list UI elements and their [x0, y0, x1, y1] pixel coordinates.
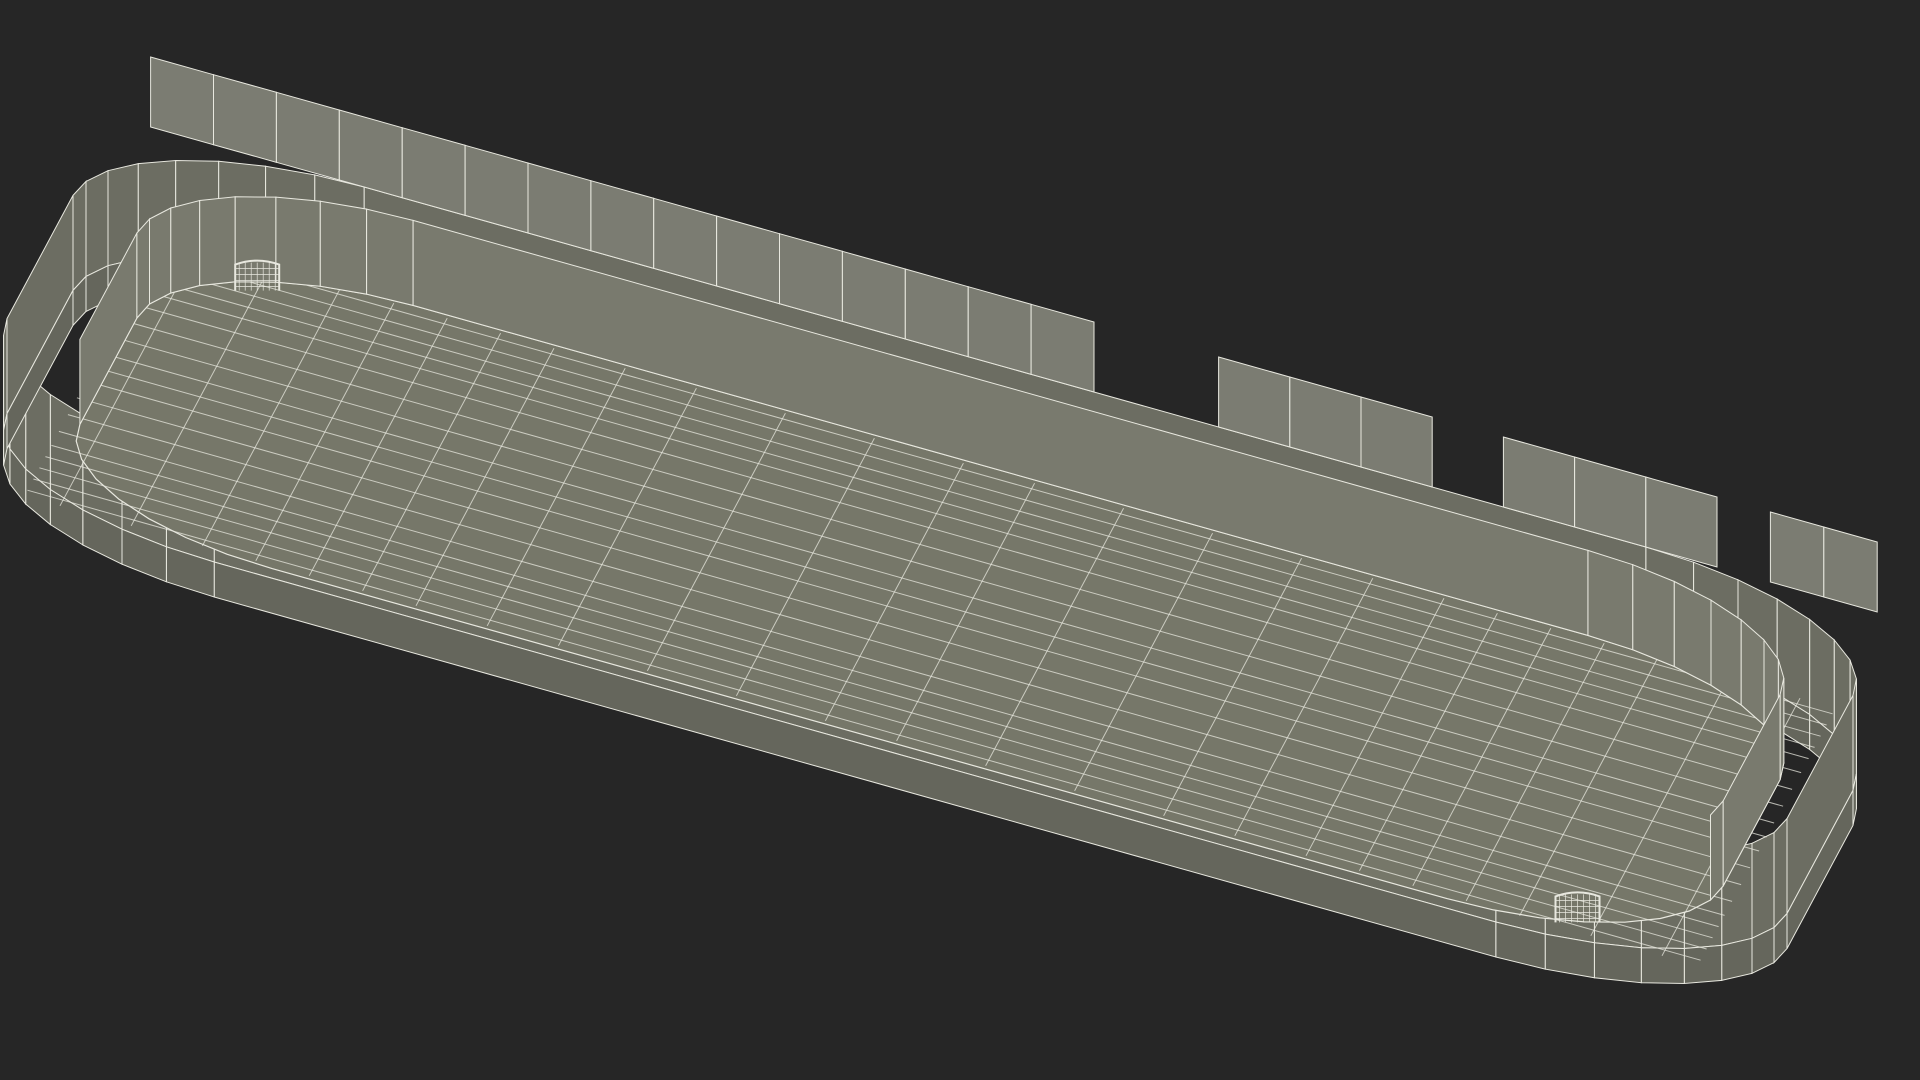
board-base-panel	[1683, 944, 1723, 985]
inner-board-panel	[170, 199, 201, 294]
render-viewport	[0, 0, 1920, 1080]
inner-board-panel	[1632, 563, 1675, 668]
board-panel	[1773, 817, 1788, 929]
board-base-panel	[1721, 937, 1753, 982]
inner-board-panel	[1587, 549, 1634, 651]
board-base-panel	[1593, 942, 1642, 984]
inner-board-panel	[1710, 799, 1724, 902]
inner-board-panel	[1779, 677, 1785, 780]
inner-board-panel	[366, 208, 414, 307]
glass-panel	[275, 91, 340, 181]
rink-wireframe-render	[3, 56, 1878, 985]
board-panel	[85, 169, 109, 278]
inner-board-panel	[319, 200, 368, 295]
inner-board-panel	[136, 217, 150, 320]
inner-board-panel	[1673, 580, 1712, 687]
inner-board-panel	[275, 196, 321, 287]
glass-panel	[213, 74, 277, 163]
board-panel	[1751, 831, 1775, 940]
board-panel	[1852, 678, 1857, 791]
glass-panel	[1769, 511, 1825, 598]
board-panel	[3, 318, 8, 431]
glass-panel	[1823, 526, 1878, 613]
board-panel	[72, 180, 87, 292]
glass-panel	[150, 56, 214, 146]
inner-board-panel	[199, 196, 236, 287]
board-base-panel	[1640, 947, 1685, 985]
inner-board-panel	[234, 196, 277, 283]
inner-board-panel	[149, 207, 172, 305]
